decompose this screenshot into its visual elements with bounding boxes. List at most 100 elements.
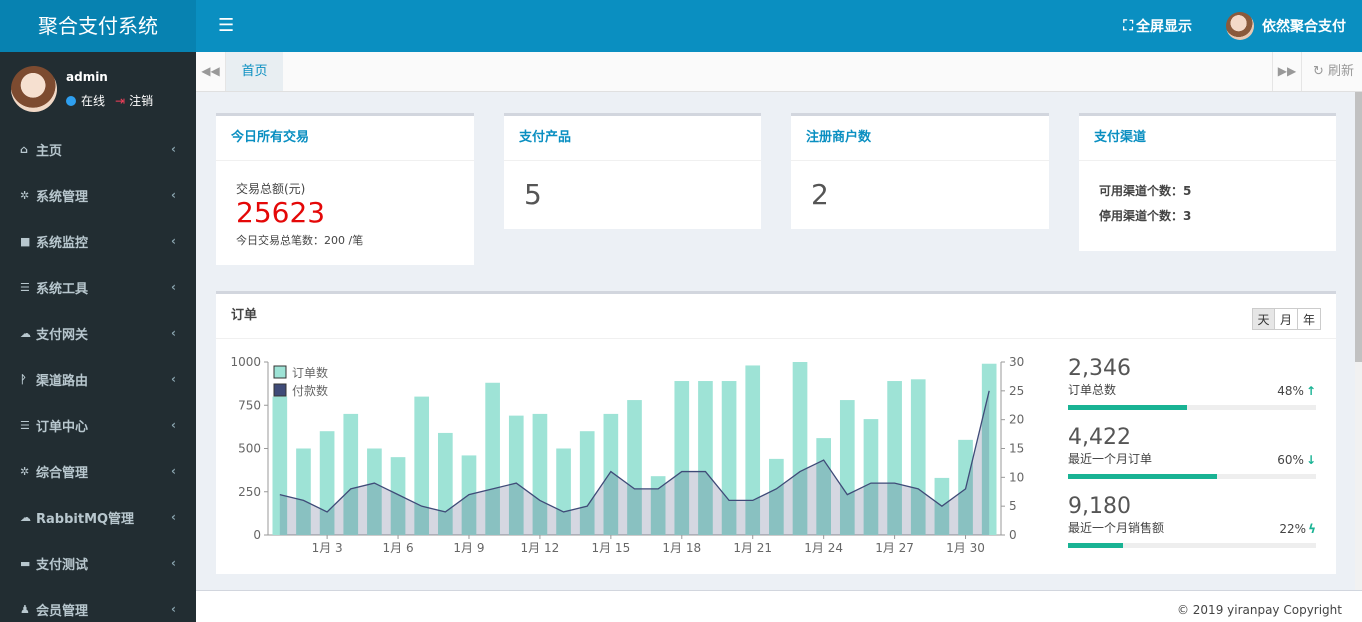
sign-out-icon: ⇥ <box>115 93 126 108</box>
sidebar-item-7[interactable]: ✲ 综合管理 ‹ <box>0 448 196 494</box>
kpi-percent: 48% ↑ <box>1277 384 1316 398</box>
copyright: © 2019 yiranpay Copyright <box>1176 603 1342 617</box>
x-tick-label: 1月 18 <box>662 541 701 555</box>
refresh-label: 刷新 <box>1327 64 1354 79</box>
logout-link[interactable]: 注销 <box>129 92 153 109</box>
list-icon: ☰ <box>20 418 30 432</box>
chevron-left-icon: ‹ <box>171 372 176 386</box>
sidebar-item-label: 系统管理 <box>36 189 89 205</box>
chevron-left-icon: ‹ <box>171 234 176 248</box>
y-right-tick-label: 5 <box>1009 499 1017 513</box>
x-tick-label: 1月 12 <box>521 541 560 555</box>
expand-icon: ⛶ <box>1123 18 1133 34</box>
chevron-left-icon: ‹ <box>171 602 176 616</box>
sidebar-item-5[interactable]: ᚹ 渠道路由 ‹ <box>0 356 196 402</box>
fullscreen-label: 全屏显示 <box>1136 19 1192 35</box>
header-username: 依然聚合支付 <box>1262 19 1346 35</box>
kpi-month-sales: 9,180 最近一个月销售额 22% ϟ <box>1068 494 1316 548</box>
bolt-icon: ϟ <box>1308 522 1316 536</box>
chevron-left-icon: ‹ <box>171 188 176 202</box>
box-title: 支付产品 <box>504 116 761 161</box>
kpi-value: 9,180 <box>1068 494 1131 519</box>
channels-box: 支付渠道 可用渠道个数：5 停用渠道个数：3 <box>1079 113 1336 251</box>
y-right-tick-label: 0 <box>1009 528 1017 542</box>
sidebar: admin 在线 ⇥ 注销 ⌂ 主页 ‹ ✲ 系统管理 ‹ ■ 系统监控 ‹ ☰ 系统工具 ‹ ☁ 支付网… <box>0 52 196 622</box>
y-left-tick-label: 250 <box>238 485 261 499</box>
merchants-value: 2 <box>811 178 829 211</box>
page-scrollbar[interactable] <box>1355 92 1362 590</box>
sidebar-item-9[interactable]: ▬ 支付测试 ‹ <box>0 540 196 586</box>
y-left-tick-label: 750 <box>238 398 261 412</box>
refresh-icon: ↻ <box>1312 64 1324 79</box>
arrow-up-icon: ↑ <box>1305 384 1316 398</box>
sidebar-item-label: 支付网关 <box>36 327 89 343</box>
kpi-value: 2,346 <box>1068 356 1131 381</box>
gear-icon: ✲ <box>20 188 30 202</box>
app-logo[interactable]: 聚合支付系统 <box>0 0 196 52</box>
products-value: 5 <box>524 178 542 211</box>
period-month-button[interactable]: 月 <box>1275 308 1298 330</box>
tab-scroll-right-icon[interactable]: ▶▶ <box>1272 52 1302 91</box>
footer: © 2019 yiranpay Copyright <box>196 590 1362 622</box>
x-tick-label: 1月 15 <box>591 541 630 555</box>
sidebar-item-label: RabbitMQ管理 <box>36 511 135 527</box>
sidebar-item-1[interactable]: ✲ 系统管理 ‹ <box>0 172 196 218</box>
y-left-tick-label: 1000 <box>230 355 261 369</box>
period-year-button[interactable]: 年 <box>1298 308 1321 330</box>
fullscreen-button[interactable]: ⛶ 全屏显示 <box>1123 16 1192 36</box>
chevron-left-icon: ‹ <box>171 326 176 340</box>
user-avatar <box>11 66 57 112</box>
user-icon: ♟ <box>20 602 30 616</box>
kpi-progress-fill <box>1068 405 1188 410</box>
payment-products-box: 支付产品 5 <box>504 113 761 229</box>
user-panel: admin 在线 ⇥ 注销 <box>0 52 196 126</box>
scrollbar-thumb[interactable] <box>1355 92 1362 362</box>
transaction-count: 今日交易总笔数：200 /笔 <box>236 234 364 247</box>
sidebar-item-3[interactable]: ☰ 系统工具 ‹ <box>0 264 196 310</box>
sidebar-item-2[interactable]: ■ 系统监控 ‹ <box>0 218 196 264</box>
chevron-left-icon: ‹ <box>171 464 176 478</box>
legend-label: 订单数 <box>292 365 328 380</box>
period-toggle: 天 月 年 <box>1252 308 1321 330</box>
y-right-tick-label: 25 <box>1009 384 1024 398</box>
disabled-channels: 停用渠道个数：3 <box>1099 209 1192 223</box>
chevron-left-icon: ‹ <box>171 510 176 524</box>
user-name: admin <box>66 70 108 84</box>
route-icon: ᚹ <box>20 372 27 386</box>
sidebar-item-0[interactable]: ⌂ 主页 ‹ <box>0 126 196 172</box>
video-camera-icon: ■ <box>20 234 31 248</box>
period-day-button[interactable]: 天 <box>1252 308 1275 330</box>
x-tick-label: 1月 3 <box>312 541 343 555</box>
tab-home[interactable]: 首页 <box>226 52 283 91</box>
merchants-box: 注册商户数 2 <box>791 113 1049 229</box>
y-right-tick-label: 15 <box>1009 442 1024 456</box>
sidebar-item-6[interactable]: ☰ 订单中心 ‹ <box>0 402 196 448</box>
available-channels: 可用渠道个数：5 <box>1099 184 1192 198</box>
orders-title: 订单 <box>216 294 1336 339</box>
sidebar-item-8[interactable]: ☁ RabbitMQ管理 ‹ <box>0 494 196 540</box>
online-label: 在线 <box>81 94 106 108</box>
chevron-left-icon: ‹ <box>171 556 176 570</box>
kpi-value: 4,422 <box>1068 425 1131 450</box>
kpi-percent-value: 48% <box>1277 384 1304 398</box>
chevron-left-icon: ‹ <box>171 418 176 432</box>
tab-scroll-left-icon[interactable]: ◀◀ <box>196 52 226 91</box>
cloud-icon: ☁ <box>20 326 31 340</box>
sidebar-item-10[interactable]: ♟ 会员管理 ‹ <box>0 586 196 622</box>
legend-label: 付款数 <box>292 383 328 398</box>
sidebar-item-label: 综合管理 <box>36 465 89 481</box>
x-tick-label: 1月 9 <box>453 541 484 555</box>
sidebar-toggle-hamburger-icon[interactable]: ☰ <box>218 17 240 35</box>
tabs-bar: ◀◀ 首页 ▶▶ ↻ 刷新 <box>196 52 1362 92</box>
amount-value: 25623 <box>236 196 326 229</box>
sidebar-item-label: 系统监控 <box>36 235 89 251</box>
refresh-button[interactable]: ↻ 刷新 <box>1313 52 1354 91</box>
user-menu[interactable]: 依然聚合支付 <box>1226 12 1346 40</box>
avatar <box>1226 12 1254 40</box>
user-status: 在线 ⇥ 注销 <box>66 92 153 109</box>
list-icon: ☰ <box>20 280 30 294</box>
kpi-progress <box>1068 405 1316 410</box>
sidebar-item-label: 主页 <box>36 143 63 159</box>
sidebar-item-4[interactable]: ☁ 支付网关 ‹ <box>0 310 196 356</box>
box-title: 支付渠道 <box>1079 116 1336 161</box>
